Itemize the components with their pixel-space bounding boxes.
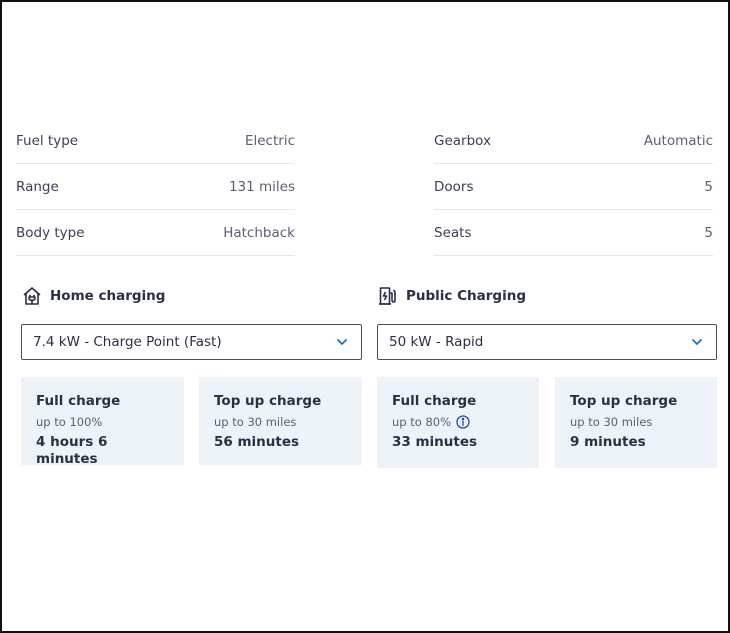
public-charger-select[interactable]: 50 kW - Rapid <box>377 324 717 360</box>
card-subtitle-text: up to 100% <box>36 415 103 429</box>
public-charging-title: Public Charging <box>406 288 526 304</box>
card-subtitle-text: up to 30 miles <box>570 415 653 429</box>
card-time: 56 minutes <box>214 434 300 450</box>
card-subtitle: up to 30 miles <box>570 415 702 429</box>
spec-row-fuel-type: Fuel type Electric <box>16 118 295 164</box>
card-subtitle-text: up to 80% <box>392 415 452 429</box>
spec-value: Hatchback <box>223 224 295 241</box>
card-title: Full charge <box>392 393 477 409</box>
home-charging-heading: Home charging <box>22 286 165 306</box>
card-title: Top up charge <box>214 393 322 409</box>
spec-value: Automatic <box>643 132 713 149</box>
home-charger-select[interactable]: 7.4 kW - Charge Point (Fast) <box>21 324 362 360</box>
chevron-down-icon <box>337 339 347 345</box>
card-time: 4 hours 6 minutes <box>36 434 108 467</box>
card-title: Full charge <box>36 393 121 409</box>
public-full-charge-card: Full charge up to 80% 33 minutes <box>377 377 539 468</box>
card-subtitle: up to 100% <box>36 415 169 429</box>
card-time: 9 minutes <box>570 434 646 450</box>
charging-station-icon <box>379 287 396 305</box>
public-charging-heading: Public Charging <box>378 286 526 306</box>
home-charger-selected: 7.4 kW - Charge Point (Fast) <box>33 334 222 350</box>
spec-value: Electric <box>244 132 295 149</box>
specs-right: Gearbox Automatic Doors 5 Seats 5 <box>434 118 713 256</box>
card-title: Top up charge <box>570 393 678 409</box>
chevron-down-icon <box>692 339 702 345</box>
spec-label: Seats <box>434 224 472 241</box>
spec-value: 131 miles <box>228 178 295 195</box>
page-frame: Fuel type Electric Range 131 miles Body … <box>0 0 730 633</box>
spec-value: 5 <box>704 224 713 241</box>
card-time: 33 minutes <box>392 434 478 450</box>
house-plug-icon <box>23 287 41 305</box>
spec-label: Gearbox <box>434 132 491 149</box>
card-subtitle-text: up to 30 miles <box>214 415 297 429</box>
public-charger-selected: 50 kW - Rapid <box>389 334 484 350</box>
spec-row-body-type: Body type Hatchback <box>16 210 295 256</box>
spec-row-gearbox: Gearbox Automatic <box>434 118 713 164</box>
spec-label: Fuel type <box>16 132 79 149</box>
home-top-up-card: Top up charge up to 30 miles 56 minutes <box>199 377 362 465</box>
spec-value: 5 <box>704 178 713 195</box>
spec-label: Doors <box>434 178 474 195</box>
spec-row-doors: Doors 5 <box>434 164 713 210</box>
spec-label: Range <box>16 178 59 195</box>
home-full-charge-card: Full charge up to 100% 4 hours 6 minutes <box>21 377 184 467</box>
card-subtitle: up to 30 miles <box>214 415 347 429</box>
card-subtitle: up to 80% <box>392 415 524 429</box>
spec-label: Body type <box>16 224 85 241</box>
info-icon[interactable] <box>456 415 470 429</box>
spec-row-seats: Seats 5 <box>434 210 713 256</box>
public-top-up-card: Top up charge up to 30 miles 9 minutes <box>555 377 717 468</box>
specs-left: Fuel type Electric Range 131 miles Body … <box>16 118 295 256</box>
spec-row-range: Range 131 miles <box>16 164 295 210</box>
home-charging-title: Home charging <box>50 288 166 304</box>
